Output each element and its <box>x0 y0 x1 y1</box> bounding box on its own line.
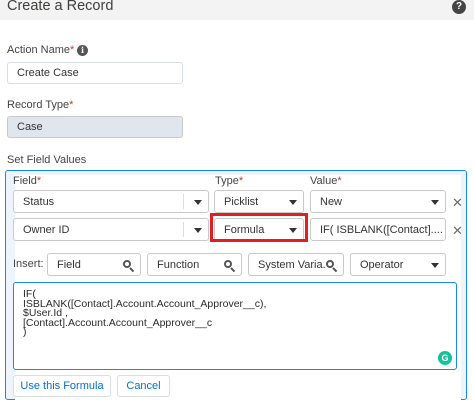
field-select-value: Status <box>23 195 55 208</box>
action-name-value: Create Case <box>17 67 79 79</box>
chevron-down-icon <box>431 262 439 268</box>
value-formula-row2[interactable]: IF( ISBLANK([Contact].... <box>310 218 446 241</box>
modal-title: Create a Record <box>7 0 114 14</box>
insert-field-search[interactable]: Field <box>47 253 141 276</box>
search-icon <box>224 260 236 273</box>
chevron-down-icon <box>289 199 297 205</box>
search-icon <box>326 260 338 273</box>
insert-function-search[interactable]: Function <box>147 253 242 276</box>
modal-header: Create a Record ? <box>0 0 474 20</box>
highlight-annotation <box>210 213 308 242</box>
insert-system-variables-search[interactable]: System Varia... <box>248 253 344 276</box>
insert-system-variables-placeholder: System Varia... <box>258 258 332 271</box>
field-select-row2[interactable]: Owner ID <box>13 218 209 241</box>
remove-row-icon[interactable]: ✕ <box>452 195 463 211</box>
action-name-label: Action Name* <box>7 44 75 56</box>
record-type-value: Case <box>17 121 43 133</box>
value-select-value: New <box>320 195 343 208</box>
formula-text: IF( ISBLANK([Contact].Account.Account_Ap… <box>23 288 267 339</box>
type-select-row1[interactable]: Picklist <box>214 190 304 213</box>
insert-field-placeholder: Field <box>57 258 81 271</box>
record-type-label: Record Type* <box>7 99 74 111</box>
field-select-row1[interactable]: Status <box>13 190 209 213</box>
divider <box>183 222 184 237</box>
record-type-input: Case <box>7 116 183 138</box>
column-type-label: Type* <box>215 175 244 187</box>
set-field-values-label: Set Field Values <box>7 154 87 166</box>
insert-function-placeholder: Function <box>157 258 200 271</box>
value-formula-preview: IF( ISBLANK([Contact].... <box>320 223 443 236</box>
grammarly-icon[interactable]: G <box>438 351 452 365</box>
action-name-input[interactable]: Create Case <box>7 62 183 84</box>
insert-operator-value: Operator <box>360 258 404 271</box>
chevron-down-icon <box>194 199 202 205</box>
use-formula-button[interactable]: Use this Formula <box>13 375 111 397</box>
search-icon <box>123 260 135 273</box>
remove-row-icon[interactable]: ✕ <box>452 223 463 239</box>
insert-label: Insert: <box>13 258 44 270</box>
help-icon[interactable]: ? <box>452 0 466 14</box>
chevron-down-icon <box>431 199 439 205</box>
insert-operator-select[interactable]: Operator <box>350 253 446 276</box>
column-field-label: Field* <box>13 175 42 187</box>
divider <box>183 194 184 209</box>
column-value-label: Value* <box>310 175 342 187</box>
cancel-button[interactable]: Cancel <box>117 375 170 397</box>
value-select-row1[interactable]: New <box>310 190 446 213</box>
info-icon[interactable]: i <box>77 45 88 56</box>
formula-editor[interactable]: IF( ISBLANK([Contact].Account.Account_Ap… <box>13 282 457 370</box>
type-select-value: Picklist <box>224 195 259 208</box>
field-select-value: Owner ID <box>23 223 70 236</box>
chevron-down-icon <box>194 227 202 233</box>
